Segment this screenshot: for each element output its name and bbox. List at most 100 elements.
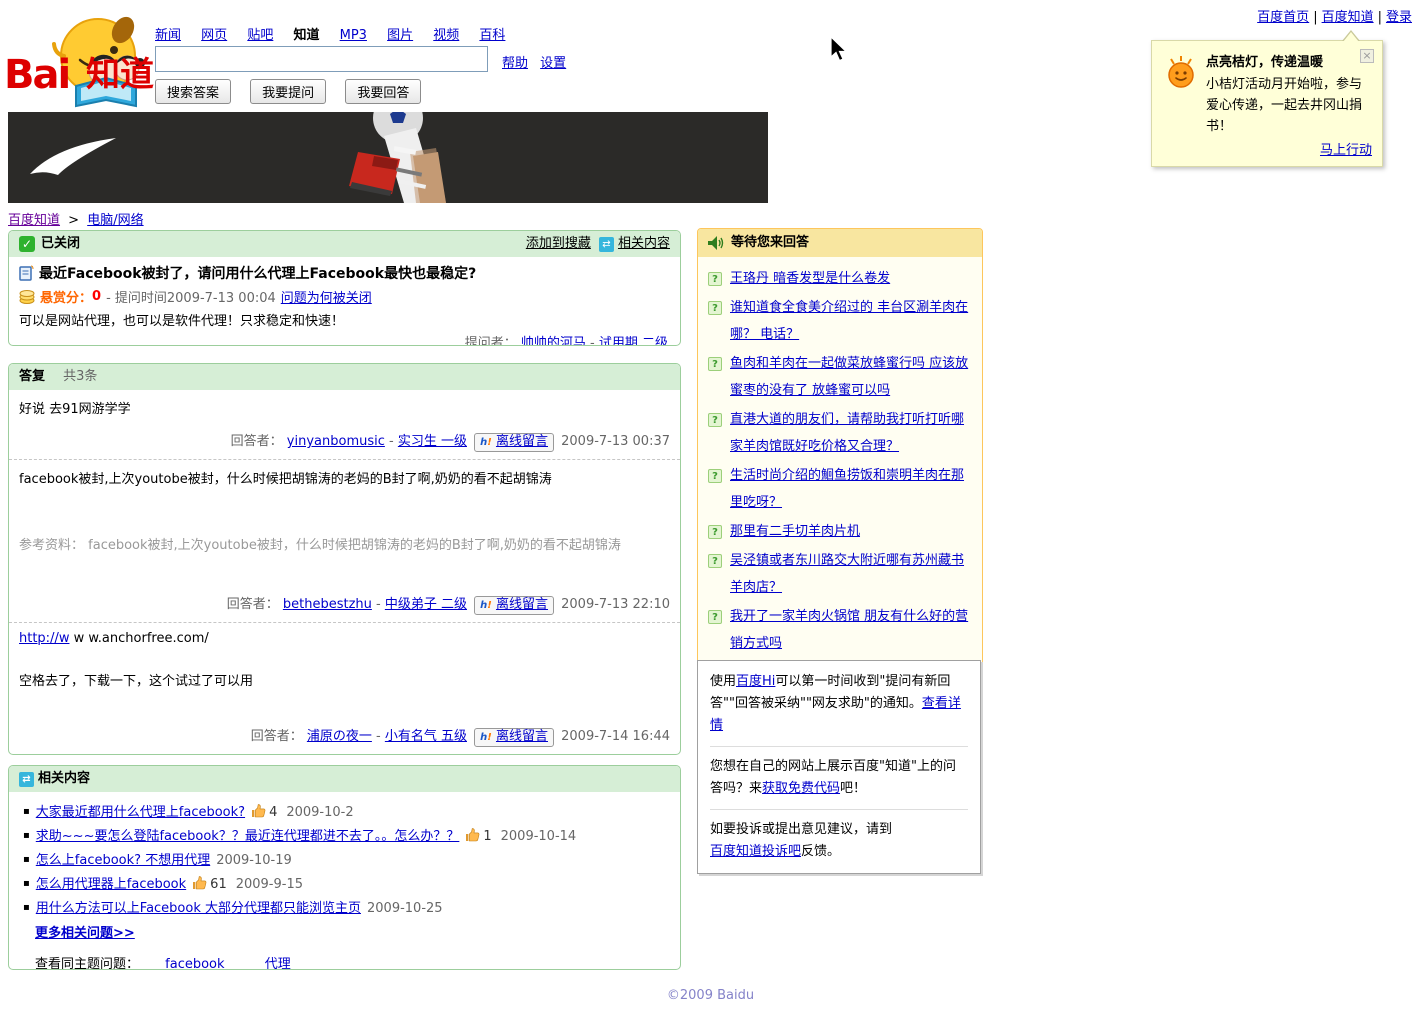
breadcrumb-category-link[interactable]: 电脑/网络 <box>87 213 143 228</box>
related-question-link[interactable]: 大家最近都用什么代理上facebook? <box>36 805 245 820</box>
replier-name-link[interactable]: 浦原の夜一 <box>307 729 372 744</box>
related-date: 2009-10-19 <box>216 853 292 868</box>
question-mark-icon: ? <box>708 413 722 427</box>
baidu-zhidao-logo[interactable]: Bai 知道 <box>2 8 154 110</box>
answer-text: 好说 去91网游学学 <box>19 402 131 417</box>
waiting-question-link[interactable]: 生活时尚介绍的鮰鱼捞饭和崇明羊肉在那里吃呀？ <box>730 462 972 516</box>
complaint-bar-link[interactable]: 百度知道投诉吧 <box>710 844 801 859</box>
why-closed-link[interactable]: 问题为何被关闭 <box>281 287 372 306</box>
speaker-icon <box>708 236 724 250</box>
reward-value: 0 <box>92 289 102 304</box>
waiting-item: ? 吴泾镇或者东川路交大附近哪有苏州藏书羊肉店？ <box>708 547 972 601</box>
asker-name-link[interactable]: 帅帅的河马 <box>521 336 586 345</box>
waiting-question-link[interactable]: 鱼肉和羊肉在一起做菜放蜂蜜行吗 应该放蜜枣的没有了 放蜂蜜可以吗 <box>730 350 972 404</box>
waiting-question-link[interactable]: 那里有二手切羊肉片机 <box>730 518 860 545</box>
login-link[interactable]: 登录 <box>1386 10 1412 25</box>
nike-ad-banner[interactable] <box>8 112 768 203</box>
related-question-link[interactable]: 求助~~~要怎么登陆facebook？？最近连代理都进不去了。。怎么办？？ <box>36 829 460 844</box>
asker-dash: - <box>590 336 595 346</box>
offline-message-link[interactable]: 离线留言 <box>496 597 548 612</box>
logo-text-bai: Bai <box>4 52 71 98</box>
promo-popup: × 点亮桔灯，传递温暖 小桔灯活动月开始啦，参与爱心传递，一起去井冈山捐书！ 马… <box>1151 30 1383 167</box>
offline-message-button[interactable]: h! 离线留言 <box>474 433 554 452</box>
answer-url-rest: w w.anchorfree.com/ <box>69 631 209 646</box>
copyright-footer: ©2009 Baidu <box>666 988 755 1003</box>
get-free-code-link[interactable]: 获取免费代码 <box>762 781 840 796</box>
answer-item: facebook被封,上次youtobe被封，什么时候把胡锦涛的老妈的B封了啊,… <box>9 460 680 623</box>
thumbs-up-icon <box>466 828 480 842</box>
waiting-question-link[interactable]: 我开了一家羊肉火锅馆 朋友有什么好的营销方式吗 <box>730 603 972 657</box>
nav-tieba[interactable]: 贴吧 <box>247 28 273 43</box>
related-question-link[interactable]: 用什么方法可以上Facebook 大部分代理都只能浏览主页 <box>36 901 361 916</box>
help-link[interactable]: 帮助 <box>502 56 528 71</box>
waiting-item: ? 直港大道的朋友们，请帮助我打听打听哪家羊肉馆既好吃价格又合理？ <box>708 406 972 460</box>
search-input[interactable] <box>155 46 488 72</box>
info-paragraph-complaint: 如要投诉或提出意见建议，请到 百度知道投诉吧反馈。 <box>710 822 893 859</box>
breadcrumb-root-link[interactable]: 百度知道 <box>8 213 60 228</box>
nav-news[interactable]: 新闻 <box>155 28 181 43</box>
question-mark-icon: ? <box>708 357 722 371</box>
related-content-box: ⇄ 相关内容 ▪ 大家最近都用什么代理上facebook? 4 2009-10-2 ▪… <box>8 765 681 970</box>
answers-title: 答复 <box>19 369 46 384</box>
reference-label: 参考资料： <box>19 538 85 553</box>
bullet-icon: ▪ <box>23 902 30 913</box>
search-buttons: 搜索答案 我要提问 我要回答 <box>155 79 436 104</box>
related-question-link[interactable]: 怎么用代理器上facebook <box>36 877 186 892</box>
waiting-question-link[interactable]: 谁知道食全食美介绍过的 丰台区涮羊肉在哪？ 电话？ <box>730 294 972 348</box>
waiting-item: ? 那里有二手切羊肉片机 <box>708 518 972 545</box>
related-item: ▪ 用什么方法可以上Facebook 大部分代理都只能浏览主页 2009-10-25 <box>23 896 670 920</box>
nav-baike[interactable]: 百科 <box>479 28 505 43</box>
waiting-header: 等待您来回答 <box>698 229 982 257</box>
topic-facebook-link[interactable]: facebook <box>165 957 224 969</box>
question-time: - 提问时间2009-7-13 00:04 <box>106 291 276 306</box>
question-body: 可以是网站代理，也可以是软件代理！只求稳定和快速！ <box>19 314 345 329</box>
topic-proxy-link[interactable]: 代理 <box>265 957 291 969</box>
related-content-icon: ⇄ <box>19 771 34 787</box>
nav-web[interactable]: 网页 <box>201 28 227 43</box>
question-status: 已关闭 <box>41 236 81 251</box>
answer-text: 空格去了，下载一下，这个试过了可以用 <box>19 674 254 689</box>
answer-text: facebook被封,上次youtobe被封，什么时候把胡锦涛的老妈的B封了啊,… <box>19 472 552 487</box>
question-box: ✓ 已关闭 添加到搜藏 ⇄ 相关内容 最近Facebook被封了，请问用什么代理上… <box>8 230 681 346</box>
nav-mp3[interactable]: MP3 <box>340 28 367 43</box>
waiting-question-link[interactable]: 王珞丹 暗香发型是什么卷发 <box>730 265 890 292</box>
promo-body: 小桔灯活动月开始啦，参与爱心传递，一起去井冈山捐书！ <box>1206 77 1363 134</box>
waiting-item: ? 鱼肉和羊肉在一起做菜放蜂蜜行吗 应该放蜜枣的没有了 放蜂蜜可以吗 <box>708 350 972 404</box>
reference-text: facebook被封,上次youtobe被封，什么时候把胡锦涛的老妈的B封了啊,… <box>88 538 621 553</box>
closed-check-icon: ✓ <box>19 236 35 252</box>
offline-message-button[interactable]: h! 离线留言 <box>474 728 554 747</box>
offline-message-link[interactable]: 离线留言 <box>496 729 548 744</box>
replier-name-link[interactable]: yinyanbomusic <box>287 434 385 449</box>
search-answers-button[interactable]: 搜索答案 <box>155 79 232 104</box>
thumbs-up-icon <box>193 876 207 890</box>
ask-question-button[interactable]: 我要提问 <box>250 79 327 104</box>
nav-video[interactable]: 视频 <box>433 28 459 43</box>
answer-button[interactable]: 我要回答 <box>345 79 422 104</box>
baidu-hi-link[interactable]: 百度Hi <box>736 674 775 689</box>
baidu-zhidao-link[interactable]: 百度知道 <box>1322 10 1374 25</box>
offline-message-button[interactable]: h! 离线留言 <box>474 596 554 615</box>
related-question-link[interactable]: 怎么上facebook? 不想用代理 <box>36 853 210 868</box>
more-related-link[interactable]: 更多相关问题>> <box>35 926 135 941</box>
logo-text-zhidao: 知道 <box>86 55 154 95</box>
baidu-home-link[interactable]: 百度首页 <box>1257 10 1309 25</box>
waiting-question-link[interactable]: 吴泾镇或者东川路交大附近哪有苏州藏书羊肉店？ <box>730 547 972 601</box>
replier-level-link[interactable]: 中级弟子 二级 <box>385 597 467 612</box>
promo-action-link[interactable]: 马上行动 <box>1320 143 1372 158</box>
answer-time: 2009-7-13 22:10 <box>561 597 670 612</box>
waiting-question-link[interactable]: 直港大道的朋友们，请帮助我打听打听哪家羊肉馆既好吃价格又合理？ <box>730 406 972 460</box>
bullet-icon: ▪ <box>23 830 30 841</box>
close-icon[interactable]: × <box>1360 49 1374 63</box>
baidu-hi-icon: h! <box>480 600 492 611</box>
replier-level-link[interactable]: 小有名气 五级 <box>385 729 467 744</box>
add-to-favorites-link[interactable]: 添加到搜藏 <box>526 236 591 251</box>
settings-link[interactable]: 设置 <box>540 56 566 71</box>
nav-images[interactable]: 图片 <box>387 28 413 43</box>
replier-level-link[interactable]: 实习生 一级 <box>398 434 467 449</box>
answer-url-link[interactable]: http://w <box>19 631 69 646</box>
related-content-link[interactable]: 相关内容 <box>618 236 670 251</box>
asker-level-link[interactable]: 试用期 二级 <box>599 336 668 345</box>
nav-zhidao-active[interactable]: 知道 <box>293 28 319 43</box>
replier-name-link[interactable]: bethebestzhu <box>283 597 372 612</box>
offline-message-link[interactable]: 离线留言 <box>496 434 548 449</box>
